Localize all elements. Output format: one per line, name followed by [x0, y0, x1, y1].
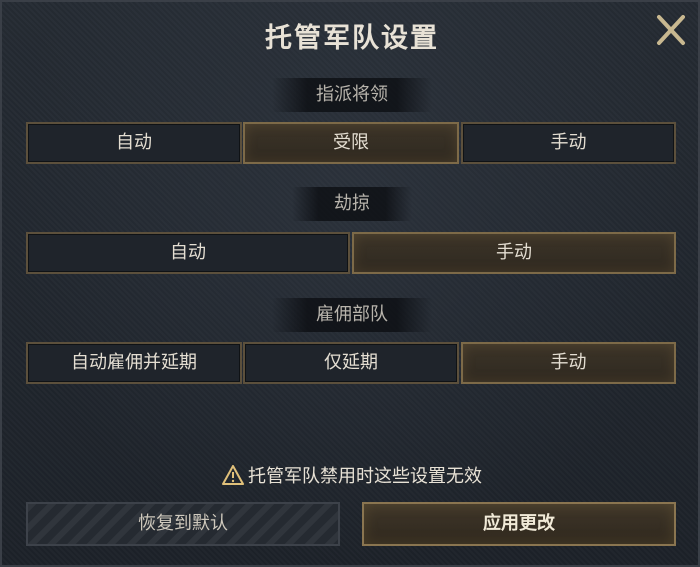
dialog-title: 托管军队设置 [265, 23, 439, 54]
section-label-assign-general: 指派将领 [272, 78, 432, 112]
recruit-option-manual[interactable]: 手动 [461, 342, 676, 384]
recruit-option-extend-only[interactable]: 仅延期 [243, 342, 459, 384]
general-option-limited[interactable]: 受限 [243, 122, 459, 164]
close-button[interactable] [650, 10, 692, 50]
reset-defaults-button[interactable]: 恢复到默认 [26, 502, 340, 546]
apply-changes-button[interactable]: 应用更改 [362, 502, 676, 546]
warning-text: 托管军队禁用时这些设置无效 [248, 466, 482, 487]
general-option-manual[interactable]: 手动 [461, 122, 676, 164]
raid-option-manual[interactable]: 手动 [352, 232, 676, 274]
army-settings-dialog: 托管军队设置 指派将领 自动 受限 手动 劫掠 自动 手动 雇佣部队 自动雇佣并… [0, 0, 700, 567]
section-label-recruit: 雇佣部队 [272, 298, 432, 332]
general-option-auto[interactable]: 自动 [26, 122, 242, 164]
raid-option-auto[interactable]: 自动 [26, 232, 350, 274]
warning-icon [222, 465, 244, 485]
close-icon [657, 15, 685, 45]
recruit-option-auto-hire-extend[interactable]: 自动雇佣并延期 [26, 342, 242, 384]
warning-message: 托管军队禁用时这些设置无效 [2, 464, 700, 490]
section-label-raid: 劫掠 [292, 187, 412, 221]
